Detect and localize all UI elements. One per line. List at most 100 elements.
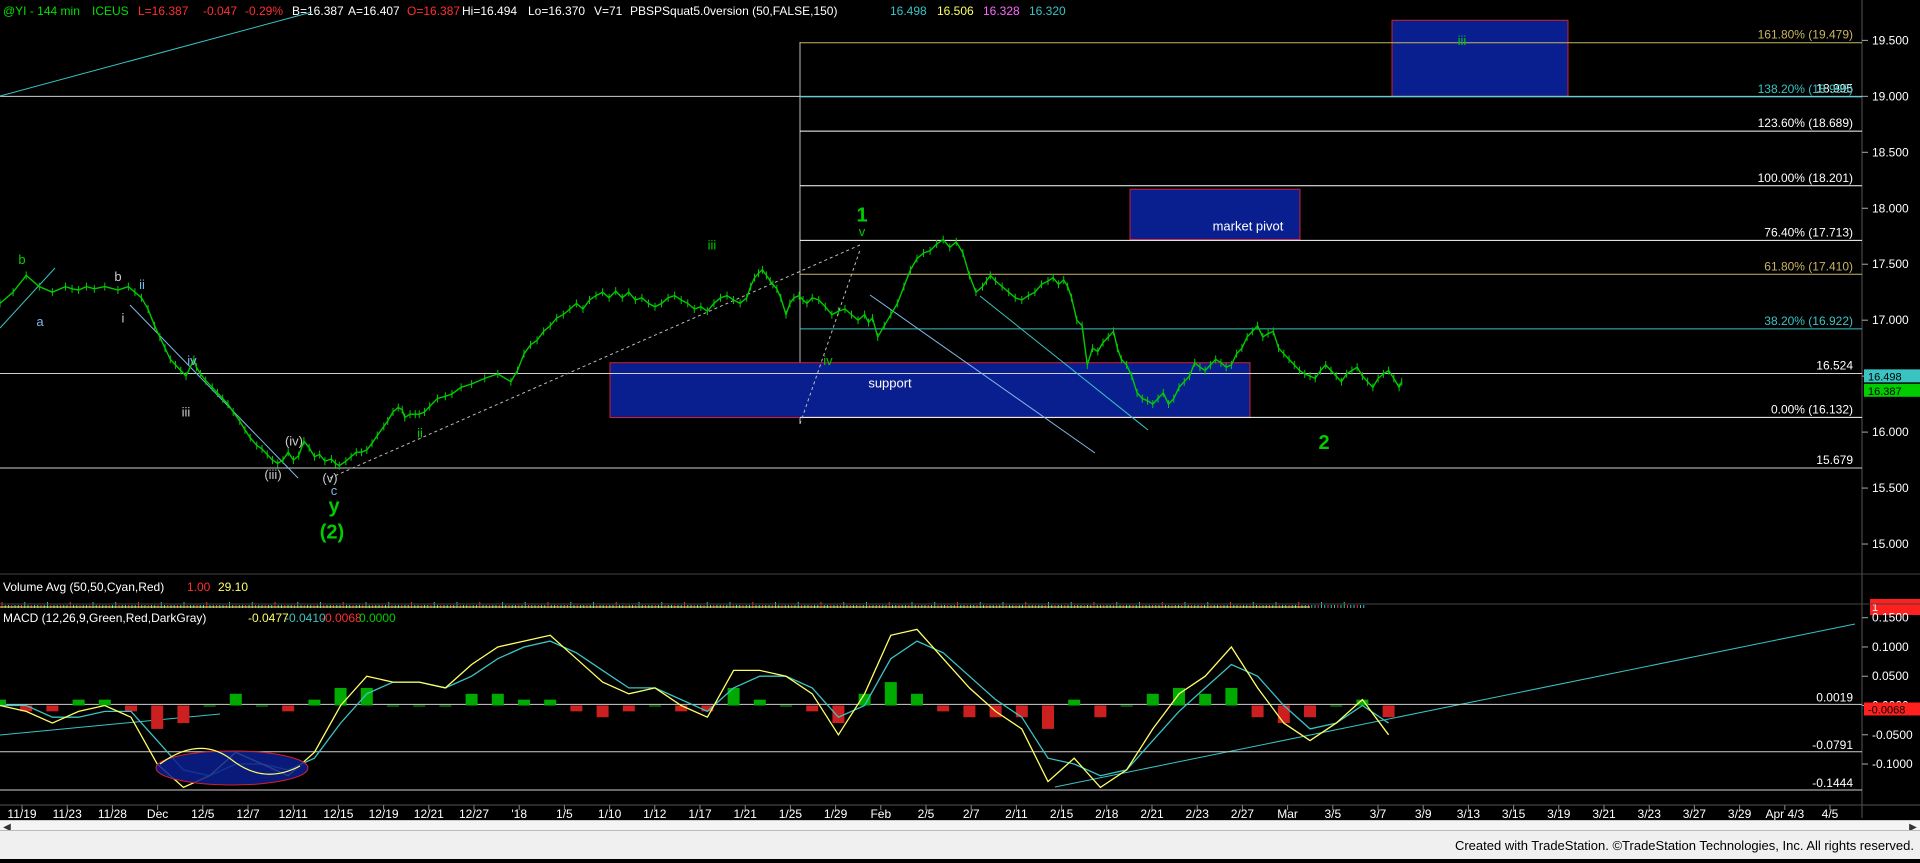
header-change-pct: -0.29% [245, 4, 283, 18]
macd-highlight-ellipse [155, 750, 309, 786]
fib-level-label: 76.40% (17.713) [1764, 225, 1853, 239]
wave-label: ii [417, 426, 423, 441]
macd-histogram-bar [596, 705, 609, 718]
volume-header-v1: 1.00 [187, 580, 211, 594]
macd-ref-label: -0.0791 [1812, 738, 1853, 752]
macd-histogram-bar [911, 693, 923, 706]
time-axis-label: 1/5 [556, 807, 573, 821]
price-axis-label: 19.000 [1872, 89, 1909, 103]
time-axis-label: 2/18 [1095, 807, 1119, 821]
footer-bar: Created with TradeStation. ©TradeStation… [0, 830, 1920, 859]
macd-histogram-bar [413, 705, 426, 707]
fib-level-label: 61.80% (17.410) [1764, 259, 1853, 273]
macd-last-tag-text: -0.0068 [1868, 704, 1905, 716]
macd-header-label: MACD (12,26,9,Green,Red,DarkGray) [3, 611, 206, 625]
time-axis-label: 12/27 [459, 807, 489, 821]
volume-header-v2: 29.10 [218, 580, 248, 594]
time-axis-label: 4/5 [1822, 807, 1839, 821]
header-symbol: @YI - 144 min [3, 4, 80, 18]
macd-header-v2: -0.0410 [285, 611, 326, 625]
time-axis-label: '18 [511, 807, 527, 821]
time-axis-label: Dec [147, 807, 168, 821]
macd-histogram-bar [806, 705, 819, 712]
price-axis-label: 15.000 [1872, 537, 1909, 551]
header-study-val-3: 16.328 [983, 4, 1020, 18]
macd-histogram-bar [884, 682, 897, 706]
macd-histogram-bar [1304, 705, 1316, 718]
price-axis-label: 17.500 [1872, 257, 1909, 271]
fib-level-label: 161.80% (19.479) [1758, 28, 1853, 42]
time-axis-label: 3/23 [1638, 807, 1662, 821]
time-axis-label: Apr 4/3 [1765, 807, 1804, 821]
macd-histogram-bar [1330, 705, 1343, 707]
macd-histogram-bar [125, 705, 137, 712]
header-study-val-4: 16.320 [1029, 4, 1066, 18]
header-study: PBSPSquat5.0version (50,FALSE,150) [630, 4, 837, 18]
time-axis-label: 12/21 [414, 807, 444, 821]
fib-level-label: 38.20% (16.922) [1764, 314, 1853, 328]
time-axis-label: 2/11 [1005, 807, 1028, 821]
time-axis-label: 12/19 [369, 807, 399, 821]
macd-axis-label: 0.1000 [1872, 640, 1909, 654]
price-axis-label: 16.000 [1872, 425, 1909, 439]
macd-axis-label: -0.1000 [1872, 757, 1913, 771]
macd-histogram-bar [963, 705, 976, 718]
macd-histogram-bar [203, 705, 216, 707]
wave-label: ii [139, 277, 145, 292]
price-axis-label: 18.500 [1872, 145, 1909, 159]
macd-histogram-bar [46, 705, 59, 712]
time-axis-label: 3/19 [1547, 807, 1571, 821]
wave-label: y [328, 496, 340, 518]
reference-line-label: 15.679 [1816, 453, 1853, 467]
macd-ref-label: 0.0019 [1816, 690, 1853, 704]
macd-histogram-bar [72, 699, 85, 706]
macd-histogram-bar [675, 705, 688, 712]
macd-histogram-bar [544, 699, 557, 706]
wave-label: b [18, 252, 25, 267]
time-axis-label: Feb [870, 807, 891, 821]
volume-header-label: Volume Avg (50,50,Cyan,Red) [3, 580, 164, 594]
time-axis-label: Mar [1277, 807, 1298, 821]
time-axis-label: 1/25 [779, 807, 803, 821]
header-exchange: ICEUS [92, 4, 129, 18]
price-header: @YI - 144 min ICEUS L=16.387 -0.047 -0.2… [3, 4, 1066, 18]
time-axis-label: 3/29 [1728, 807, 1752, 821]
header-ask: A=16.407 [348, 4, 400, 18]
time-axis-label: 1/12 [643, 807, 667, 821]
fib-level-label: 0.00% (16.132) [1771, 402, 1853, 416]
fib-level-label: 100.00% (18.201) [1758, 171, 1853, 185]
wave-label: 2 [1318, 432, 1329, 454]
time-axis-label: 12/5 [191, 807, 215, 821]
header-study-val-1: 16.498 [890, 4, 927, 18]
time-axis-label: 2/7 [963, 807, 980, 821]
last-price-tag-text: 16.498 [1868, 371, 1902, 383]
last-price-tag-text: 16.387 [1868, 386, 1902, 398]
wave-label: iii [1458, 33, 1467, 48]
wave-label: (iii) [264, 467, 281, 482]
wave-label: 1 [856, 205, 867, 227]
macd-histogram-bar [282, 705, 295, 712]
time-axis-label: 1/10 [598, 807, 622, 821]
macd-histogram-bar [937, 705, 950, 712]
header-bid: B=16.387 [292, 4, 344, 18]
wave-label: iv [187, 353, 197, 368]
time-axis-label: 2/23 [1186, 807, 1210, 821]
time-axis-label: 2/5 [918, 807, 935, 821]
macd-histogram-bar [832, 705, 845, 724]
time-axis-label: 12/7 [236, 807, 260, 821]
macd-histogram-bar [1068, 699, 1081, 706]
fib-level-label: 138.20% (18.995) [1758, 82, 1853, 96]
price-axis-label: 19.500 [1872, 33, 1909, 47]
macd-ref-label: -0.1444 [1812, 776, 1853, 790]
time-axis[interactable]: 11/19 11/23 11/28 Dec 12/5 12/7 12/11 12/15 12/1… [7, 805, 1839, 821]
wave-label: iv [823, 353, 833, 368]
macd-histogram-bar [151, 705, 164, 729]
macd-histogram-bar [334, 687, 347, 706]
macd-histogram-bar [622, 705, 635, 712]
time-axis-label: 1/21 [734, 807, 758, 821]
macd-histogram-bar [1120, 705, 1133, 707]
macd-histogram-bar [439, 705, 452, 707]
header-high: Hi=16.494 [462, 4, 517, 18]
macd-histogram-bar [753, 699, 766, 706]
macd-histogram-bar [177, 705, 190, 724]
